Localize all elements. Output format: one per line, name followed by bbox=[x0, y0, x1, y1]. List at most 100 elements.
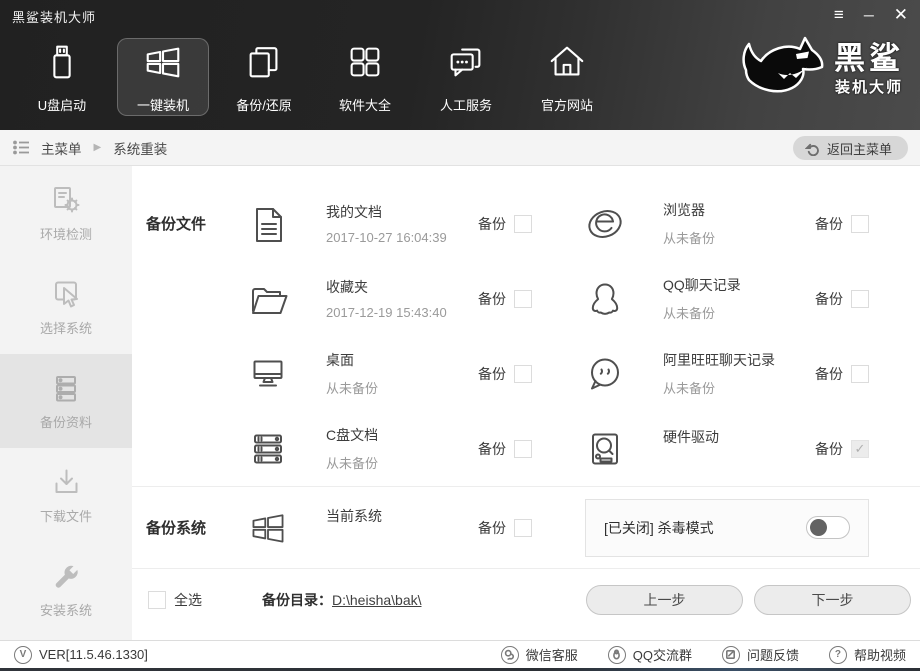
minimize-button[interactable]: ─ bbox=[864, 6, 874, 24]
breadcrumb-arrow-icon: ▶ bbox=[93, 142, 102, 153]
document-icon bbox=[248, 204, 288, 244]
section-label-backup-files: 备份文件 bbox=[146, 216, 207, 233]
item-subtitle: 2017-12-19 15:43:40 bbox=[326, 305, 447, 320]
qq-group-link[interactable]: QQ交流群 bbox=[607, 645, 692, 664]
menu-icon[interactable]: ≡ bbox=[834, 6, 844, 24]
backup-checkbox[interactable] bbox=[514, 364, 532, 383]
statusbar-link-label: QQ交流群 bbox=[632, 648, 692, 663]
prev-step-button[interactable]: 上一步 bbox=[586, 585, 743, 615]
backup-item-hardware-drivers: 硬件驱动 备份 bbox=[585, 427, 869, 470]
backup-checkbox[interactable] bbox=[514, 289, 532, 308]
sidebar-item-select-system[interactable]: 选择系统 bbox=[0, 260, 132, 354]
item-title: 硬件驱动 bbox=[663, 429, 719, 445]
breadcrumb-current: 系统重装 bbox=[113, 141, 168, 157]
logo-text: 黑鲨 装机大师 bbox=[834, 42, 904, 97]
nav-item-software[interactable]: 软件大全 bbox=[319, 38, 411, 116]
apps-grid-icon bbox=[344, 41, 386, 88]
help-video-link[interactable]: ? 帮助视频 bbox=[828, 645, 906, 664]
item-subtitle: 从未备份 bbox=[326, 381, 379, 396]
backup-label: 备份 bbox=[815, 215, 843, 232]
back-to-main-menu-button[interactable]: 返回主菜单 bbox=[792, 136, 908, 160]
footer-bar: 全选 备份目录： D:\heisha\bak\ 上一步 下一步 bbox=[132, 569, 920, 639]
item-subtitle: 从未备份 bbox=[326, 456, 379, 471]
brand-logo: 黑鲨 装机大师 bbox=[734, 34, 904, 105]
windows-system-icon bbox=[248, 508, 288, 548]
app-title: 黑鲨装机大师 bbox=[12, 9, 97, 25]
backup-item-qq-history: QQ聊天记录 从未备份 备份 bbox=[585, 275, 869, 322]
hard-drive-search-icon bbox=[585, 429, 625, 469]
breadcrumb-bar: 主菜单 ▶ 系统重装 返回主菜单 bbox=[0, 130, 920, 166]
nav-item-usb-boot[interactable]: U盘启动 bbox=[16, 38, 108, 116]
backup-system-row: 备份系统 当前系统 备份 [已关闭] 杀毒模式 bbox=[132, 487, 920, 568]
nav-label: 官方网站 bbox=[540, 97, 593, 113]
backup-checkbox[interactable] bbox=[851, 364, 869, 383]
item-title: 浏览器 bbox=[663, 202, 705, 218]
shark-logo-icon bbox=[734, 34, 826, 105]
env-check-icon bbox=[53, 186, 79, 212]
item-subtitle bbox=[663, 455, 719, 470]
backup-label: 备份 bbox=[478, 365, 506, 382]
backup-item-favorites: 收藏夹 2017-12-19 15:43:40 备份 bbox=[248, 277, 532, 320]
backup-checkbox[interactable] bbox=[514, 439, 532, 458]
close-button[interactable]: ✕ bbox=[894, 6, 908, 24]
item-title: 桌面 bbox=[326, 352, 354, 368]
list-icon bbox=[13, 140, 29, 155]
sidebar-item-backup-data[interactable]: 备份资料 bbox=[0, 354, 132, 448]
nav-label: 人工服务 bbox=[439, 97, 492, 113]
select-all-checkbox[interactable] bbox=[148, 591, 166, 609]
backup-checkbox[interactable] bbox=[514, 214, 532, 233]
home-icon bbox=[546, 41, 588, 88]
item-title: 当前系统 bbox=[326, 508, 382, 524]
backup-checkbox[interactable] bbox=[514, 518, 532, 537]
backup-checkbox[interactable] bbox=[851, 214, 869, 233]
download-icon bbox=[55, 469, 77, 493]
nav-label: 备份/还原 bbox=[236, 97, 292, 113]
feedback-icon bbox=[721, 645, 740, 664]
header: 黑鲨装机大师 ≡ ─ ✕ U盘启动 一键装机 备份/还原 软件大全 人工服务 官… bbox=[0, 0, 920, 130]
backup-checkbox[interactable] bbox=[851, 289, 869, 308]
app-window: 黑鲨装机大师 ≡ ─ ✕ U盘启动 一键装机 备份/还原 软件大全 人工服务 官… bbox=[0, 0, 920, 671]
nav-item-backup-restore[interactable]: 备份/还原 bbox=[218, 38, 310, 116]
usb-drive-icon bbox=[41, 41, 83, 88]
backup-dir-link[interactable]: D:\heisha\bak\ bbox=[332, 592, 422, 608]
next-step-button[interactable]: 下一步 bbox=[754, 585, 911, 615]
help-icon: ? bbox=[828, 645, 847, 664]
breadcrumb-home[interactable]: 主菜单 bbox=[41, 138, 82, 158]
wangwang-chat-icon bbox=[585, 354, 625, 394]
wrench-icon bbox=[55, 565, 78, 588]
sidebar-item-download-files[interactable]: 下载文件 bbox=[0, 448, 132, 542]
nav-item-official-site[interactable]: 官方网站 bbox=[521, 38, 613, 116]
item-title: 我的文档 bbox=[326, 204, 382, 220]
version-icon: V bbox=[14, 645, 32, 664]
item-title: 收藏夹 bbox=[326, 279, 368, 295]
sidebar-label: 环境检测 bbox=[39, 226, 92, 242]
windows-icon bbox=[142, 41, 184, 88]
version-text: VER[11.5.46.1330] bbox=[39, 647, 148, 662]
undo-arrow-icon bbox=[804, 143, 819, 156]
backup-item-desktop: 桌面 从未备份 备份 bbox=[248, 350, 532, 397]
backup-label: 备份 bbox=[815, 440, 843, 457]
feedback-link[interactable]: 问题反馈 bbox=[721, 645, 799, 664]
backup-item-aliwangwang: 阿里旺旺聊天记录 从未备份 备份 bbox=[585, 350, 869, 397]
titlebar: 黑鲨装机大师 ≡ ─ ✕ bbox=[0, 0, 920, 32]
backup-item-c-drive-docs: C盘文档 从未备份 备份 bbox=[248, 425, 532, 472]
backup-restore-icon bbox=[243, 41, 285, 88]
status-bar: V VER[11.5.46.1330] 微信客服 QQ交流群 问题反馈 ? 帮助… bbox=[0, 640, 920, 668]
backup-label: 备份 bbox=[478, 215, 506, 232]
antivirus-cell: [已关闭] 杀毒模式 bbox=[585, 498, 869, 557]
section-label-backup-system: 备份系统 bbox=[146, 520, 207, 537]
wechat-support-link[interactable]: 微信客服 bbox=[500, 645, 578, 664]
nav-item-one-key-install[interactable]: 一键装机 bbox=[117, 38, 209, 116]
antivirus-toggle[interactable] bbox=[806, 516, 850, 539]
sidebar-label: 安装系统 bbox=[39, 602, 92, 618]
backup-label: 备份 bbox=[815, 365, 843, 382]
item-subtitle: 从未备份 bbox=[663, 381, 716, 396]
sidebar-item-install-system[interactable]: 安装系统 bbox=[0, 542, 132, 636]
item-title: QQ聊天记录 bbox=[663, 277, 741, 293]
backup-row: 收藏夹 2017-12-19 15:43:40 备份 QQ聊天记录 从未备份 备… bbox=[132, 261, 920, 336]
sidebar-item-env-check[interactable]: 环境检测 bbox=[0, 166, 132, 260]
nav-item-support[interactable]: 人工服务 bbox=[420, 38, 512, 116]
backup-checkbox-disabled[interactable] bbox=[851, 439, 869, 458]
backup-data-icon bbox=[55, 375, 76, 401]
main-content: 备份文件 我的文档 2017-10-27 16:04:39 备份 浏览器 从未备… bbox=[132, 166, 920, 640]
